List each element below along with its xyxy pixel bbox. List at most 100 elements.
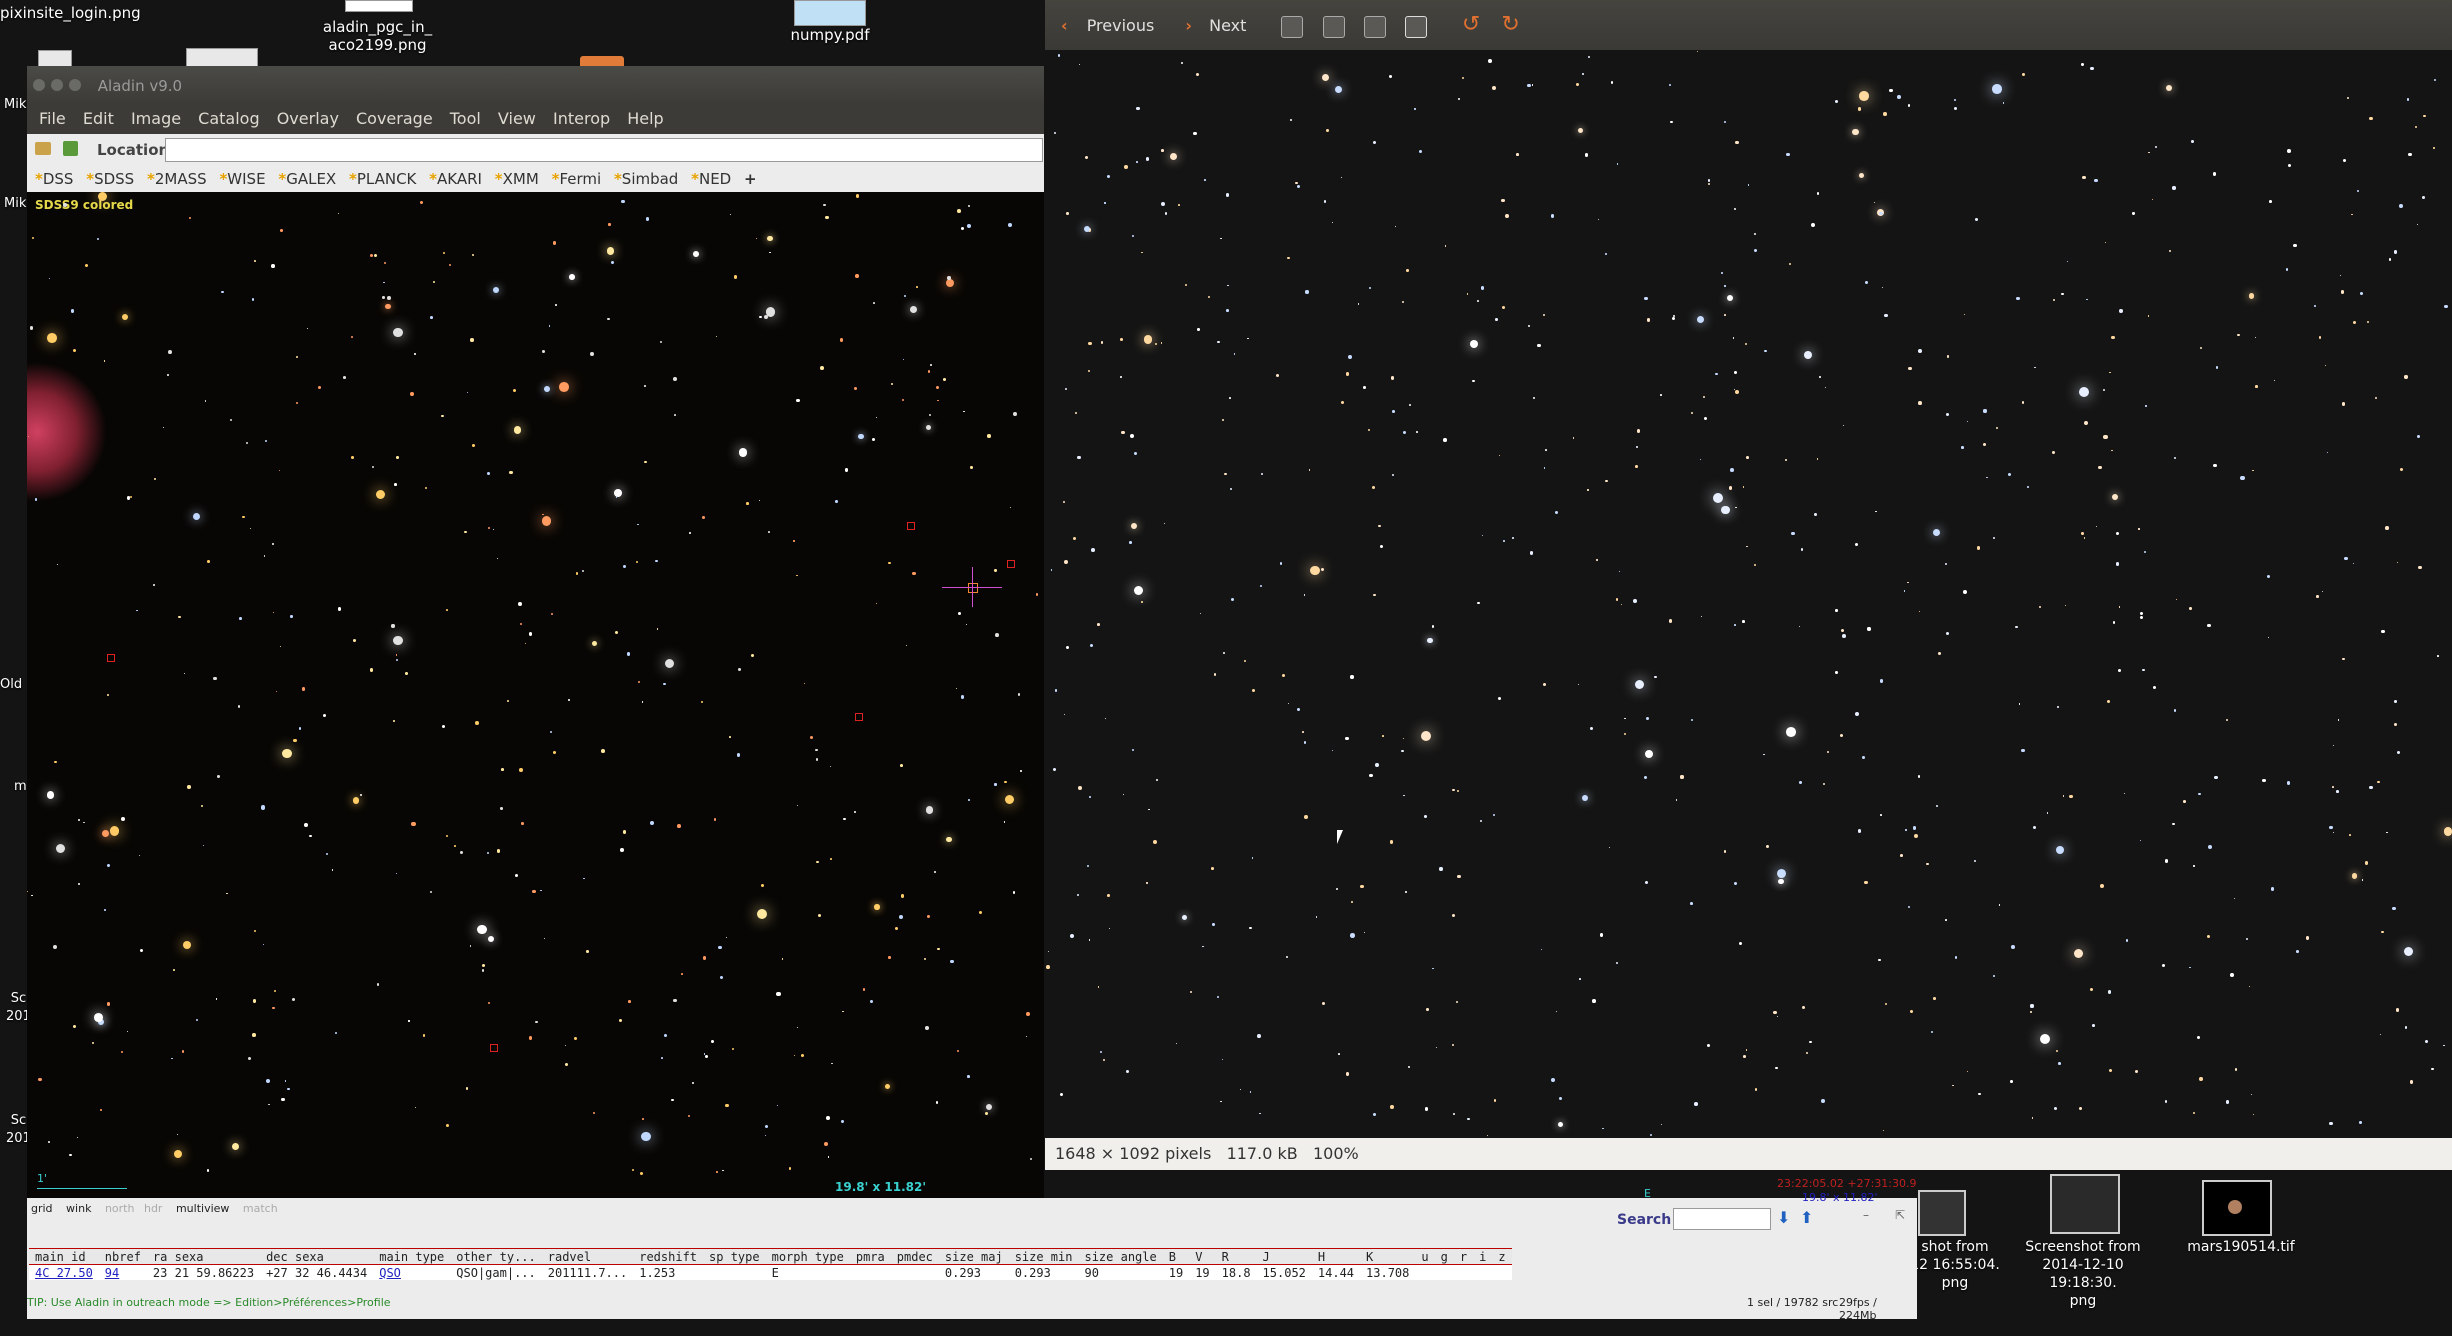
north-button[interactable]: north (105, 1202, 135, 1215)
table-header-cell[interactable]: ra sexa (147, 1249, 260, 1265)
add-survey-button[interactable]: + (744, 170, 757, 188)
zoom-fit-icon[interactable] (1404, 15, 1427, 38)
table-header-cell[interactable]: radvel (542, 1249, 633, 1265)
star-point (1077, 455, 1081, 460)
source-marker[interactable] (490, 1044, 498, 1052)
rotate-right-icon[interactable]: ↻ (1501, 12, 1519, 37)
survey-galex[interactable]: *GALEX (278, 170, 336, 188)
table-cell[interactable]: 94 (99, 1265, 147, 1281)
target-marker[interactable] (968, 583, 978, 593)
pdf-file-icon[interactable] (794, 0, 866, 26)
survey-2mass[interactable]: *2MASS (147, 170, 207, 188)
minimize-button[interactable] (51, 79, 63, 91)
survey-dss[interactable]: *DSS (35, 170, 73, 188)
survey-sdss[interactable]: *SDSS (86, 170, 134, 188)
next-button[interactable]: Next (1209, 16, 1246, 35)
minimize-panel-icon[interactable]: – (1863, 1208, 1869, 1222)
location-input[interactable] (165, 138, 1043, 162)
menu-interop[interactable]: Interop (553, 109, 610, 128)
screenshot-thumb-icon[interactable] (2050, 1174, 2120, 1234)
survey-fermi[interactable]: *Fermi (552, 170, 602, 188)
desktop-icon-label-login[interactable]: pixinsite_login.png (0, 4, 141, 22)
previous-button[interactable]: Previous (1087, 16, 1155, 35)
survey-planck[interactable]: *PLANCK (349, 170, 416, 188)
source-marker[interactable] (107, 654, 115, 662)
detach-panel-icon[interactable]: ⇱ (1895, 1208, 1905, 1222)
desktop-icon-label-numpy[interactable]: numpy.pdf (780, 26, 880, 44)
desktop-icon-label-aladin-pgc[interactable]: aladin_pgc_in_ aco2199.png (315, 18, 440, 54)
table-header-cell[interactable]: B (1163, 1249, 1189, 1265)
grid-button[interactable]: grid (31, 1202, 53, 1215)
table-header-cell[interactable]: H (1312, 1249, 1360, 1265)
table-header-cell[interactable]: nbref (99, 1249, 147, 1265)
match-button[interactable]: match (243, 1202, 278, 1215)
menu-image[interactable]: Image (131, 109, 181, 128)
table-header-cell[interactable]: other ty... (450, 1249, 541, 1265)
load-icon[interactable] (63, 141, 78, 156)
survey-akari[interactable]: *AKARI (429, 170, 482, 188)
table-header-cell[interactable]: main id (29, 1249, 99, 1265)
menu-tool[interactable]: Tool (450, 109, 481, 128)
table-header-cell[interactable]: dec sexa (260, 1249, 373, 1265)
source-marker[interactable] (1007, 560, 1015, 568)
menu-catalog[interactable]: Catalog (198, 109, 259, 128)
close-button[interactable] (33, 79, 45, 91)
zoom-in-icon[interactable] (1281, 15, 1304, 38)
multiview-button[interactable]: multiview (176, 1202, 229, 1215)
survey-xmm[interactable]: *XMM (495, 170, 539, 188)
arrow-up-icon[interactable]: ⬆ (1800, 1208, 1813, 1227)
survey-simbad[interactable]: *Simbad (614, 170, 678, 188)
desktop-icon-label-mars[interactable]: mars190514.tif (2176, 1238, 2306, 1256)
maximize-button[interactable] (69, 79, 81, 91)
menu-overlay[interactable]: Overlay (277, 109, 339, 128)
table-cell[interactable]: QSO (373, 1265, 450, 1281)
hdr-button[interactable]: hdr (144, 1202, 162, 1215)
table-header-cell[interactable]: V (1189, 1249, 1215, 1265)
survey-ned[interactable]: *NED (691, 170, 731, 188)
table-header-cell[interactable]: sp type (703, 1249, 766, 1265)
menu-help[interactable]: Help (627, 109, 663, 128)
wink-button[interactable]: wink (66, 1202, 91, 1215)
table-header-cell[interactable]: u (1415, 1249, 1434, 1265)
table-header-cell[interactable]: K (1360, 1249, 1415, 1265)
table-header-cell[interactable]: g (1435, 1249, 1454, 1265)
chevron-left-icon[interactable]: ‹ (1061, 16, 1068, 35)
sky-view[interactable]: SDSS9 colored 1' 19.8' x 11.82' (27, 192, 1044, 1198)
zoom-out-icon[interactable] (1322, 15, 1345, 38)
menu-view[interactable]: View (498, 109, 536, 128)
source-marker[interactable] (907, 522, 915, 530)
source-marker[interactable] (855, 713, 863, 721)
star-point (2407, 98, 2410, 101)
table-header-cell[interactable]: morph type (766, 1249, 850, 1265)
desktop-icon-thumb[interactable] (345, 0, 413, 12)
open-folder-icon[interactable] (35, 142, 51, 155)
table-header-cell[interactable]: main type (373, 1249, 450, 1265)
table-header-cell[interactable]: r (1454, 1249, 1473, 1265)
table-header-cell[interactable]: pmdec (891, 1249, 939, 1265)
table-header-cell[interactable]: R (1216, 1249, 1257, 1265)
table-header-cell[interactable]: size angle (1078, 1249, 1162, 1265)
zoom-normal-icon[interactable] (1363, 15, 1386, 38)
table-header-cell[interactable]: size min (1009, 1249, 1079, 1265)
table-header-cell[interactable]: i (1473, 1249, 1492, 1265)
table-header-cell[interactable]: z (1492, 1249, 1511, 1265)
menu-file[interactable]: File (39, 109, 66, 128)
search-input[interactable] (1673, 1208, 1771, 1230)
star-point (1799, 625, 1801, 627)
survey-wise[interactable]: *WISE (219, 170, 265, 188)
table-cell[interactable]: 4C 27.50 (29, 1265, 99, 1281)
desktop-icon-label-screenshot[interactable]: Screenshot from 2014-12-10 19:18:30. png (2008, 1238, 2158, 1310)
arrow-down-icon[interactable]: ⬇ (1777, 1208, 1790, 1227)
table-header-cell[interactable]: size maj (939, 1249, 1009, 1265)
menu-coverage[interactable]: Coverage (356, 109, 433, 128)
chevron-right-icon[interactable]: › (1185, 16, 1192, 35)
table-row[interactable]: 4C 27.50 94 23 21 59.86223 +27 32 46.4434 QS… (29, 1264, 1512, 1281)
rotate-left-icon[interactable]: ↺ (1462, 12, 1480, 37)
table-header-cell[interactable]: redshift (633, 1249, 703, 1265)
menu-edit[interactable]: Edit (83, 109, 114, 128)
table-header-cell[interactable]: J (1257, 1249, 1312, 1265)
viewer-image[interactable] (1045, 50, 2452, 1138)
screenshot-thumb-icon[interactable] (1918, 1190, 1966, 1236)
aladin-titlebar[interactable]: Aladin v9.0 (27, 66, 1044, 104)
table-header-cell[interactable]: pmra (850, 1249, 891, 1265)
